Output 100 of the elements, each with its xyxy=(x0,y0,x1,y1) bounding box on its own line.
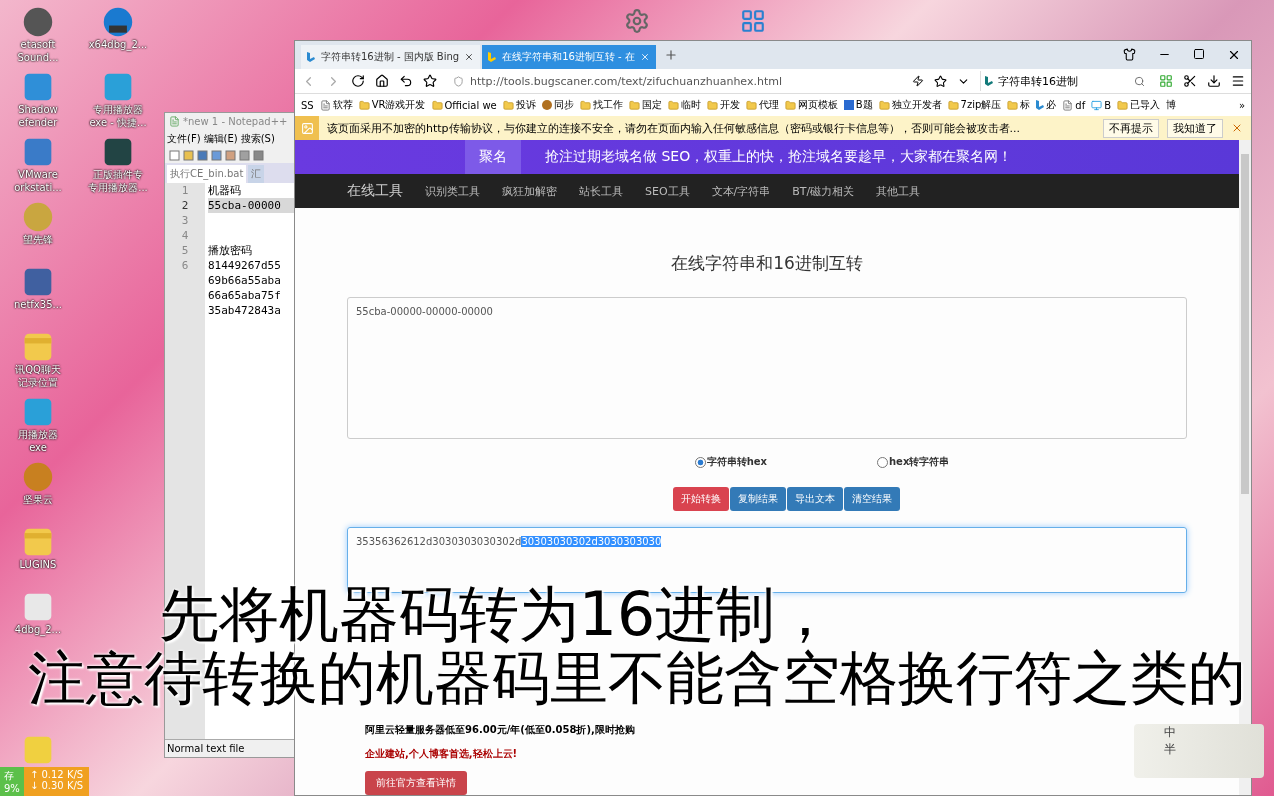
toolbar-icon[interactable] xyxy=(253,150,264,161)
download-icon[interactable] xyxy=(1207,74,1221,88)
nav-link[interactable]: 疯狂加解密 xyxy=(502,183,557,199)
address-bar[interactable]: http://tools.bugscaner.com/text/zifuchuanzhuanhex.html xyxy=(447,71,902,91)
ad-text: 阿里云轻量服务器低至96.00元/年(低至0.058折),限时抢购 xyxy=(365,723,635,737)
image-icon xyxy=(300,121,314,135)
bookmark[interactable]: 国定 xyxy=(628,98,662,112)
icon-label: etasoft xyxy=(20,39,56,51)
action-button[interactable]: 开始转换 xyxy=(673,487,729,511)
ime-widget[interactable]: 中 半 xyxy=(1134,724,1264,778)
new-tab-icon[interactable] xyxy=(663,48,678,62)
warning-button[interactable]: 我知道了 xyxy=(1167,118,1223,138)
bookmark[interactable]: df xyxy=(1062,99,1086,111)
icon-label: x64dbg_2... xyxy=(88,39,148,51)
bookmark[interactable]: 已导入 xyxy=(1117,98,1161,112)
reload-icon[interactable] xyxy=(351,74,365,88)
menu-icon[interactable] xyxy=(1231,74,1245,88)
bookmark[interactable]: 开发 xyxy=(706,98,740,112)
icon-label: 用播放器 xyxy=(18,429,58,441)
nav-link[interactable]: SEO工具 xyxy=(645,183,690,199)
toolbar-icon[interactable] xyxy=(183,150,194,161)
memory-label: 存 xyxy=(4,769,15,783)
bookmark[interactable]: B题 xyxy=(843,98,873,112)
bookmark[interactable]: 必 xyxy=(1036,98,1057,112)
bookmark[interactable]: SS xyxy=(301,99,314,111)
warning-text: 该页面采用不加密的http传输协议，与你建立的连接不安全，请勿在页面内输入任何敏感信息（密码或银行卡信息等），否则可能会被攻击者... xyxy=(327,120,1022,136)
folder-icon xyxy=(358,99,370,111)
favicon-icon xyxy=(488,52,498,62)
toolbar-icon[interactable] xyxy=(225,150,236,161)
browser-tab[interactable]: 字符串转16进制 - 国内版 Bing xyxy=(301,45,481,69)
bookmark[interactable]: 同步 xyxy=(541,98,574,112)
nav-link[interactable]: 文本/字符串 xyxy=(711,183,771,199)
bookmark[interactable]: 代理 xyxy=(745,98,779,112)
ad-banner[interactable]: 聚名 抢注过期老域名做 SEO，权重上的快，抢注域名要趁早，大家都在聚名网！ xyxy=(295,140,1239,174)
nav-link[interactable]: 其他工具 xyxy=(876,183,921,199)
icon-label: orkstati... xyxy=(14,182,62,194)
home-icon[interactable] xyxy=(375,74,389,88)
toolbar-icon[interactable] xyxy=(211,150,222,161)
nav-link[interactable]: 站长工具 xyxy=(579,183,623,199)
maximize-icon[interactable] xyxy=(1193,48,1205,60)
bookmark[interactable]: 软荐 xyxy=(319,98,353,112)
icon-label: 望先锋 xyxy=(23,234,53,246)
bookmark[interactable]: B xyxy=(1091,99,1112,111)
folder-icon xyxy=(502,99,514,111)
bookmark[interactable]: 标 xyxy=(1007,98,1031,112)
bookmark[interactable]: VR游戏开发 xyxy=(358,98,426,112)
more-bookmarks[interactable]: » xyxy=(1238,99,1245,111)
icon-label: 记录位置 xyxy=(18,377,58,389)
folder-icon xyxy=(1007,99,1019,111)
toolbar-icon[interactable] xyxy=(239,150,250,161)
file-tab[interactable]: 执行CE_bin.bat xyxy=(167,165,247,183)
action-button[interactable]: 清空结果 xyxy=(844,487,900,511)
undo-icon[interactable] xyxy=(399,74,413,88)
input-field[interactable]: 55cba-00000-00000-00000 xyxy=(347,297,1187,439)
mode-radio[interactable]: 字符串转hex xyxy=(694,455,767,469)
bookmark[interactable]: 临时 xyxy=(667,98,701,112)
lightning-icon[interactable] xyxy=(912,75,924,87)
bookmark[interactable]: 网页模板 xyxy=(784,98,838,112)
code-line: 播放密码 xyxy=(208,243,253,258)
bookmark[interactable]: 找工作 xyxy=(579,98,623,112)
scrollbar[interactable] xyxy=(1239,140,1251,795)
ad-button[interactable]: 前往官方查看详情 xyxy=(365,771,467,795)
star-icon[interactable] xyxy=(423,74,437,88)
bookmark[interactable]: 博 xyxy=(1166,98,1177,112)
action-button[interactable]: 导出文本 xyxy=(787,487,843,511)
line-number: 4 xyxy=(180,228,190,243)
bookmark[interactable]: 投诉 xyxy=(502,98,536,112)
folder-icon xyxy=(431,99,443,111)
scissors-icon[interactable] xyxy=(1183,74,1197,88)
folder-icon[interactable] xyxy=(22,331,54,363)
folder-icon[interactable] xyxy=(22,526,54,558)
search-field[interactable]: 字符串转16进制 xyxy=(980,71,1149,91)
warning-button[interactable]: 不再提示 xyxy=(1103,118,1159,138)
action-button[interactable]: 复制结果 xyxy=(730,487,786,511)
nav-link[interactable]: BT/磁力相关 xyxy=(792,183,855,199)
menu-item[interactable]: 文件(F) xyxy=(167,132,201,146)
menu-item[interactable]: 搜索(S) xyxy=(240,132,275,146)
search-icon[interactable] xyxy=(1134,75,1145,87)
shirt-icon[interactable] xyxy=(1123,48,1136,61)
favicon-icon xyxy=(307,52,316,62)
bookmark[interactable]: 7zip解压 xyxy=(947,98,1002,112)
menu-item[interactable]: 编辑(E) xyxy=(203,132,238,146)
nav-brand[interactable]: 在线工具 xyxy=(347,182,403,200)
mode-radio[interactable]: hex转字符串 xyxy=(877,455,950,469)
code-line: 66a65aba75f xyxy=(208,288,282,303)
apps-icon[interactable] xyxy=(1159,74,1173,88)
upload-speed: ↑ 0.12 K/S xyxy=(29,769,84,780)
toolbar-icon[interactable] xyxy=(169,150,180,161)
line-number: 1 xyxy=(180,183,190,198)
folder-icon xyxy=(667,99,679,111)
nav-link[interactable]: 识别类工具 xyxy=(425,183,480,199)
bookmark[interactable]: Official we xyxy=(431,99,497,111)
bookmark-star-icon[interactable] xyxy=(934,74,947,88)
bookmark[interactable]: 独立开发者 xyxy=(878,98,942,112)
close-icon[interactable] xyxy=(464,52,475,62)
app-icon[interactable] xyxy=(22,266,54,298)
window-icon[interactable] xyxy=(740,8,766,34)
close-icon[interactable] xyxy=(1227,48,1241,62)
code-line: 35ab472843a xyxy=(208,303,282,318)
toolbar-icon[interactable] xyxy=(197,150,208,161)
